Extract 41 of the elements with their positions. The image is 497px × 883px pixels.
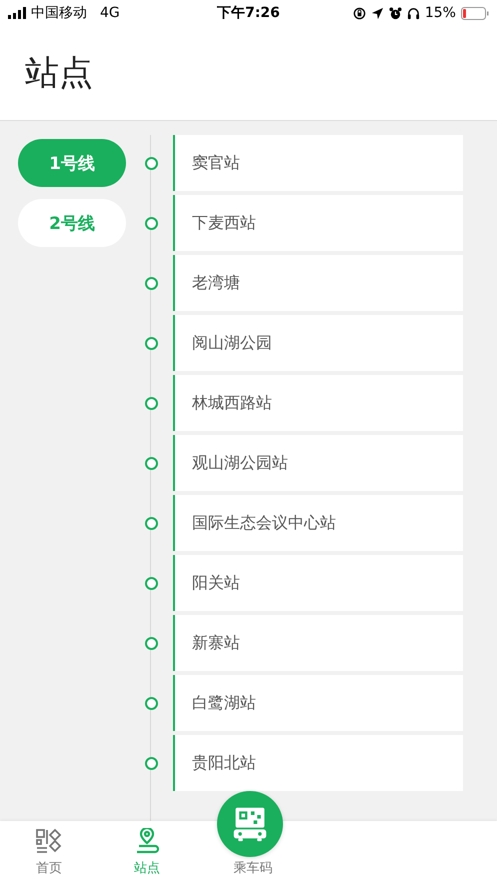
- station-item[interactable]: 老湾塘: [173, 255, 463, 311]
- tab-label: 站点: [134, 860, 160, 877]
- tab-item[interactable]: 乘车码: [196, 857, 310, 883]
- status-time: 下午7:26: [217, 4, 280, 22]
- station-item[interactable]: 观山湖公园站: [173, 435, 463, 491]
- carrier-name: 中国移动: [31, 4, 87, 22]
- station-dot: [145, 636, 158, 650]
- tab-label: 首页: [36, 860, 62, 877]
- battery-icon: [460, 6, 489, 20]
- station-dot: [145, 576, 158, 590]
- qr-bus-icon: [232, 806, 268, 842]
- station-dot: [145, 756, 158, 770]
- station-item[interactable]: 下麦西站: [173, 195, 463, 251]
- station-item[interactable]: 林城西路站: [173, 375, 463, 431]
- station-item[interactable]: 新寨站: [173, 615, 463, 671]
- network-type: 4G: [100, 5, 120, 21]
- station-dot: [145, 396, 158, 410]
- battery-percent: 15%: [424, 5, 456, 21]
- tab-label: 乘车码: [234, 860, 272, 877]
- tab-item[interactable]: 首页: [0, 821, 98, 883]
- station-dot: [145, 696, 158, 710]
- ride-code-button[interactable]: [217, 791, 283, 857]
- station-item[interactable]: 阅山湖公园: [173, 315, 463, 371]
- station-dot: [145, 276, 158, 290]
- station-item[interactable]: 白鹭湖站: [173, 675, 463, 731]
- location-icon: [370, 6, 384, 20]
- headphones-icon: [406, 6, 420, 20]
- alarm-icon: [388, 6, 402, 20]
- station-dot: [145, 456, 158, 470]
- station-dot: [145, 336, 158, 350]
- rotation-lock-icon: [352, 6, 366, 20]
- station-dot: [145, 516, 158, 530]
- station-item[interactable]: 国际生态会议中心站: [173, 495, 463, 551]
- station-dot: [145, 156, 158, 170]
- grid-icon: [35, 828, 63, 856]
- station-item[interactable]: 阳关站: [173, 555, 463, 611]
- signal-icon: [8, 7, 26, 19]
- page-title: 站点: [25, 52, 93, 95]
- station-item[interactable]: 窦官站: [173, 135, 463, 191]
- station-dot: [145, 216, 158, 230]
- station-item[interactable]: 贵阳北站: [173, 735, 463, 791]
